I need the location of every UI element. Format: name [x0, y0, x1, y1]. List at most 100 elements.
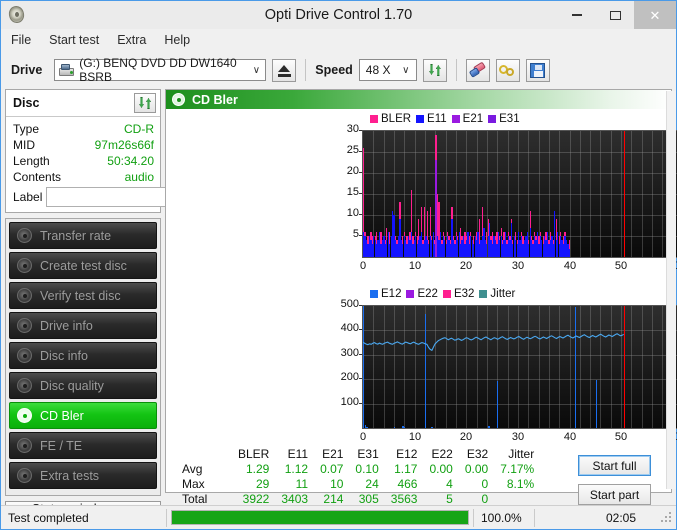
- maximize-icon: [609, 10, 621, 20]
- x-tick-label: 20: [459, 431, 473, 443]
- legend-swatch: [370, 115, 378, 123]
- title-bar: Opti Drive Control 1.70 ✕: [1, 1, 676, 29]
- disc-refresh-button[interactable]: [134, 93, 156, 113]
- elapsed-time: 02:05: [605, 510, 636, 525]
- legend-item: E32: [442, 288, 474, 300]
- menu-bar: File Start test Extra Help: [1, 29, 676, 51]
- disc-icon: [17, 348, 32, 363]
- close-button[interactable]: ✕: [634, 1, 676, 29]
- grid-line-h: [363, 152, 677, 153]
- sidebar-item-label: Verify test disc: [40, 288, 121, 303]
- y-tick: [359, 130, 362, 131]
- y-tick: [359, 193, 362, 194]
- maximize-button[interactable]: [596, 1, 634, 29]
- legend-label: BLER: [381, 113, 412, 125]
- save-button[interactable]: [525, 58, 550, 82]
- drive-select[interactable]: (G:) BENQ DVD DD DW1640 BSRB ∨: [54, 56, 267, 84]
- e12-jitter-chart-plot: [362, 305, 677, 429]
- settings-button[interactable]: [495, 58, 520, 82]
- minimize-button[interactable]: [558, 1, 596, 29]
- stats-cell: 1.12: [284, 462, 309, 476]
- y-tick-label: 15: [346, 186, 359, 198]
- stats-cell: 8.1%: [506, 477, 535, 491]
- start-full-button[interactable]: Start full: [578, 455, 651, 476]
- disc-label-row: Label: [13, 187, 244, 207]
- y-tick-label: 5: [352, 228, 359, 240]
- stats-header-row: BLER E11 E21 E31 E12 E22 E32 Jitter: [180, 447, 540, 462]
- sidebar-item-drive-info[interactable]: Drive info: [9, 312, 157, 339]
- sidebar-item-disc-quality[interactable]: Disc quality: [9, 372, 157, 399]
- speed-select[interactable]: 48 X ∨: [358, 59, 417, 81]
- menu-item-help[interactable]: Help: [164, 33, 190, 47]
- key-icon: [499, 63, 516, 78]
- disc-row-key: MID: [13, 138, 35, 152]
- stats-column-header: E21: [322, 447, 344, 461]
- refresh-icon: [427, 62, 443, 78]
- x-tick-label: 30: [511, 431, 525, 443]
- y-tick-label: 100: [340, 396, 359, 408]
- eject-button[interactable]: [272, 58, 297, 82]
- sidebar-item-extra-tests[interactable]: Extra tests: [9, 462, 157, 489]
- menu-item-start-test[interactable]: Start test: [49, 33, 99, 47]
- resize-grip[interactable]: [661, 511, 673, 524]
- legend-swatch: [488, 115, 497, 123]
- legend-item: E11: [416, 113, 447, 125]
- refresh-button[interactable]: [422, 58, 447, 82]
- y-tick: [359, 172, 362, 173]
- y-tick: [359, 151, 362, 152]
- x-tick-label: 10: [408, 431, 422, 443]
- legend-swatch: [416, 115, 425, 123]
- stats-corner: [180, 447, 232, 462]
- save-icon: [530, 62, 546, 78]
- legend-swatch: [406, 290, 415, 298]
- stats-table: BLER E11 E21 E31 E12 E22 E32 Jitter Avg 1.29 1.12 0…: [180, 447, 540, 507]
- sidebar-item-fe-te[interactable]: FE / TE: [9, 432, 157, 459]
- y-tick: [359, 403, 362, 404]
- start-part-button[interactable]: Start part: [578, 484, 651, 505]
- menu-item-extra[interactable]: Extra: [117, 33, 146, 47]
- sidebar-item-label: Disc info: [40, 348, 88, 363]
- y-tick: [359, 305, 362, 306]
- panel-title: CD Bler: [192, 92, 238, 107]
- disc-label-caption: Label: [13, 190, 43, 204]
- stats-row-label: Avg: [182, 462, 203, 476]
- legend-label: E12: [381, 288, 402, 300]
- sidebar-item-label: Drive info: [40, 318, 93, 333]
- chart-panel: CD Bler BLER E11 E21 E31 5 10 15 20 25 30 0 10 20 30 4…: [165, 89, 677, 506]
- legend-swatch: [370, 290, 378, 298]
- y-tick-label: 300: [340, 347, 359, 359]
- end-marker: [624, 306, 625, 428]
- window-scrollbar[interactable]: [666, 91, 676, 489]
- stats-cell: 1.17: [394, 462, 418, 476]
- menu-item-file[interactable]: File: [11, 33, 31, 47]
- sidebar-item-create-test-disc[interactable]: Create test disc: [9, 252, 157, 279]
- legend-label: E22: [417, 288, 438, 300]
- y-tick-label: 400: [340, 322, 359, 334]
- sidebar-item-transfer-rate[interactable]: Transfer rate: [9, 222, 157, 249]
- legend-label: Jitter: [490, 288, 516, 300]
- y-tick: [359, 378, 362, 379]
- sidebar-item-disc-info[interactable]: Disc info: [9, 342, 157, 369]
- stats-column-header: E31: [357, 447, 379, 461]
- disc-row-key: Type: [13, 122, 40, 136]
- app-window: Opti Drive Control 1.70 ✕ File Start tes…: [0, 0, 677, 530]
- eraser-icon: [469, 61, 487, 78]
- e12-jitter-chart-legend: E12 E22 E32 Jitter: [370, 288, 515, 300]
- disc-row-key: Length: [13, 154, 50, 168]
- y-tick-label: 30: [346, 123, 359, 135]
- stats-cell: 0: [481, 477, 489, 491]
- speed-label: Speed: [315, 63, 353, 77]
- sidebar-item-cd-bler[interactable]: CD Bler: [9, 402, 157, 429]
- stats-column-header: E22: [431, 447, 453, 461]
- stats-row: Avg 1.29 1.12 0.07 0.10 1.17 0.00 0.00 7.17%: [180, 462, 540, 477]
- disc-panel: Disc Type CD-R MID 97m26s66f Length 50:3…: [5, 89, 244, 213]
- sidebar-item-verify-test-disc[interactable]: Verify test disc: [9, 282, 157, 309]
- disc-icon: [17, 318, 32, 333]
- erase-button[interactable]: [465, 58, 490, 82]
- sidebar: Disc Type CD-R MID 97m26s66f Length 50:3…: [5, 89, 244, 517]
- bler-chart-legend: BLER E11 E21 E31: [370, 113, 520, 125]
- progress-percent: 100.0%: [481, 510, 522, 525]
- stats-column-header: E12: [396, 447, 418, 461]
- disc-row-contents: Contents audio: [13, 169, 154, 185]
- stats-row-label: Max: [182, 477, 205, 491]
